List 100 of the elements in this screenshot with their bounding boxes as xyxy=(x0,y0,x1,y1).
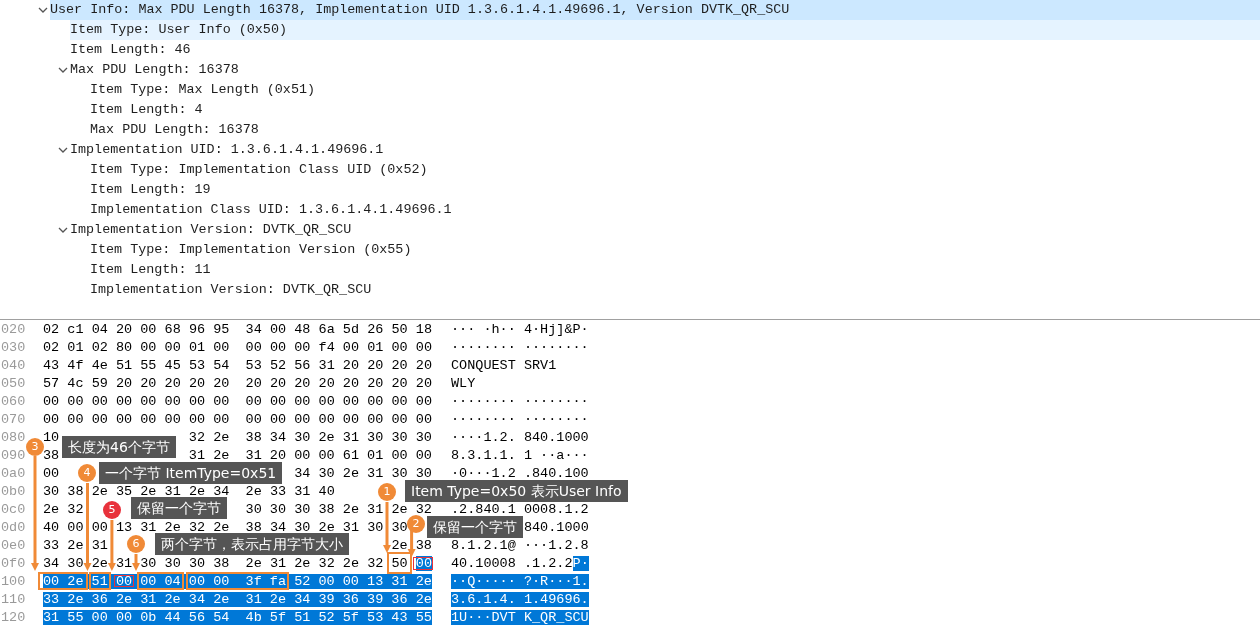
hex-byte: 2e xyxy=(245,484,262,499)
hex-byte: 31 xyxy=(367,466,384,481)
hex-byte: 20 xyxy=(342,358,360,373)
number-badge: 4 xyxy=(78,464,96,482)
ascii-text: ·0···1.2 .840.100 xyxy=(451,466,589,481)
tree-item[interactable]: Item Type: Max Length (0x51) xyxy=(90,80,1260,100)
ascii-text: 40.10008 .1.2.2 xyxy=(451,556,573,571)
hex-byte: 31 xyxy=(245,448,262,463)
callout: 保留一个字节 xyxy=(131,497,227,519)
chevron-down-icon[interactable] xyxy=(58,226,68,234)
hex-byte: 00 xyxy=(391,448,408,463)
selected-hex-bytes: 33 2e 36 2e 31 2e 34 2e 31 2e 34 39 36 39 36 2e xyxy=(43,592,432,607)
hex-byte: 38 xyxy=(67,484,84,499)
hex-byte: 51 xyxy=(115,358,133,373)
tree-item[interactable]: Item Length: 11 xyxy=(90,260,1260,280)
ascii-text: 8.3.1.1. 1 ··a··· xyxy=(451,448,589,463)
hex-byte: 2e xyxy=(213,430,230,445)
hex-byte: 31 xyxy=(269,556,287,571)
offset-label: 0d0 xyxy=(1,520,26,535)
hex-byte: 2e xyxy=(91,556,108,571)
hex-byte: 80 xyxy=(115,340,133,355)
hex-byte: 31 xyxy=(294,484,311,499)
number-badge: 5 xyxy=(103,501,121,519)
hex-byte: 20 xyxy=(391,358,408,373)
hex-byte: 30 xyxy=(391,466,408,481)
number-badge: 2 xyxy=(407,515,425,533)
hex-byte: 40 xyxy=(43,520,60,535)
offset-label: 070 xyxy=(1,412,26,427)
hex-byte: 50 xyxy=(391,322,408,337)
tree-item[interactable]: Max PDU Length: 16378 xyxy=(90,120,1260,140)
hex-byte: 20 xyxy=(294,376,311,391)
hex-byte: 00 xyxy=(245,340,262,355)
hex-byte: 31 xyxy=(342,430,359,445)
hex-byte: 30 xyxy=(245,502,262,517)
hex-byte: 30 xyxy=(164,556,181,571)
hex-byte: 50 xyxy=(391,556,408,571)
hex-byte: 2e xyxy=(342,466,359,481)
hex-byte: 2e xyxy=(213,520,230,535)
tree-item[interactable]: Implementation Version: DVTK_QR_SCU xyxy=(70,220,1260,240)
offset-label: 090 xyxy=(1,448,26,463)
tree-item[interactable]: User Info: Max PDU Length 16378, Implementation UID 1.3.6.1.4.1.49696.1, Version DVTK_QR_SCU xyxy=(50,0,1260,20)
hex-byte: 00 xyxy=(391,412,408,427)
hex-byte: 2e xyxy=(164,520,181,535)
tree-item[interactable]: Item Length: 4 xyxy=(90,100,1260,120)
tree-item[interactable]: Item Type: Implementation Class UID (0x52) xyxy=(90,160,1260,180)
hex-byte: 00 xyxy=(318,394,335,409)
offset-label: 0a0 xyxy=(1,466,26,481)
hex-byte: 30 xyxy=(415,466,432,481)
hex-byte: 00 xyxy=(269,340,287,355)
hex-byte: 61 xyxy=(342,448,359,463)
tree-item[interactable]: Implementation Version: DVTK_QR_SCU xyxy=(90,280,1260,300)
hex-byte: 2e xyxy=(67,538,84,553)
hex-byte: 00 xyxy=(164,412,181,427)
offset-label: 0c0 xyxy=(1,502,26,517)
hex-byte: c1 xyxy=(67,322,84,337)
hex-byte: 00 xyxy=(391,340,408,355)
hex-byte: 00 xyxy=(294,448,311,463)
hex-byte: 00 xyxy=(415,340,432,355)
tree-item[interactable]: Item Type: User Info (0x50) xyxy=(70,20,1260,40)
hex-byte: 33 xyxy=(43,538,60,553)
selected-ascii-text: 1U···DVT K_QR_SCU xyxy=(451,610,589,625)
hex-byte: 34 xyxy=(213,484,230,499)
tree-item[interactable]: Max PDU Length: 16378 xyxy=(70,60,1260,80)
hex-byte: 00 xyxy=(188,394,206,409)
hex-byte: 00 xyxy=(43,394,60,409)
ascii-text: WLY xyxy=(451,376,476,391)
tree-item[interactable]: Item Length: 46 xyxy=(70,40,1260,60)
hex-byte: 30 xyxy=(294,520,311,535)
hex-byte: 00 xyxy=(213,412,230,427)
hex-byte: 00 xyxy=(140,340,157,355)
hex-byte: 30 xyxy=(415,430,432,445)
hex-byte: 00 xyxy=(415,412,432,427)
hex-byte: 02 xyxy=(43,322,60,337)
hex-byte: 2e xyxy=(391,538,408,553)
hex-byte: 00 xyxy=(164,340,181,355)
tree-item[interactable]: Implementation Class UID: 1.3.6.1.4.1.49696.1 xyxy=(90,200,1260,220)
tree-item[interactable]: Implementation UID: 1.3.6.1.4.1.49696.1 xyxy=(70,140,1260,160)
hex-byte: 30 xyxy=(269,502,287,517)
chevron-down-icon[interactable] xyxy=(58,66,68,74)
hex-byte: 00 xyxy=(245,412,262,427)
hex-byte: 20 xyxy=(164,376,181,391)
selected-hex-bytes: 31 55 00 00 0b 44 56 54 4b 5f 51 52 5f 53 43 55 xyxy=(43,610,432,625)
hex-byte: 34 xyxy=(269,520,287,535)
ascii-text: ··· ·h·· 4·Hj]&P· xyxy=(451,322,589,337)
hex-byte: 30 xyxy=(294,502,311,517)
chevron-down-icon[interactable] xyxy=(58,146,68,154)
hex-byte: 57 xyxy=(43,376,60,391)
chevron-down-icon[interactable] xyxy=(38,6,48,14)
tree-item[interactable]: Item Length: 19 xyxy=(90,180,1260,200)
tree-item[interactable]: Item Type: Implementation Version (0x55) xyxy=(90,240,1260,260)
hex-byte: 32 xyxy=(188,520,206,535)
hex-byte: 30 xyxy=(367,520,384,535)
hex-byte: 00 xyxy=(294,340,311,355)
hex-byte: 00 xyxy=(67,394,84,409)
hex-byte: 00 xyxy=(294,412,311,427)
ascii-text: ········ ········ xyxy=(451,394,589,409)
offset-label: 050 xyxy=(1,376,26,391)
hex-byte: 01 xyxy=(67,340,84,355)
hex-byte: 30 xyxy=(391,520,408,535)
hex-byte: 35 xyxy=(115,484,133,499)
